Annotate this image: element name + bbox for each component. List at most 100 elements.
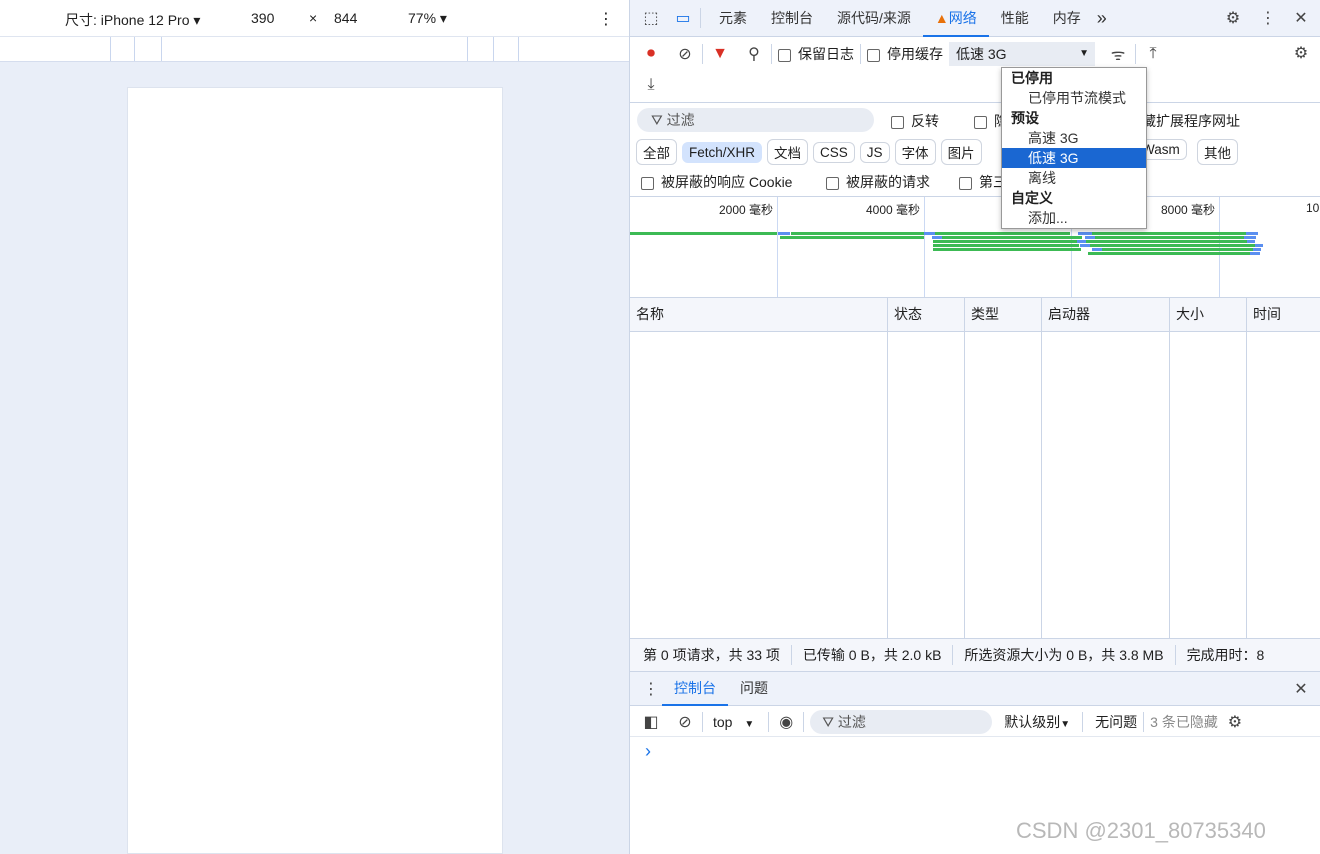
search-icon[interactable]: ⚲ (743, 43, 765, 65)
settings-icon[interactable]: ⚙ (1222, 7, 1244, 29)
column-initiator[interactable]: 启动器 (1042, 298, 1170, 332)
throttle-select[interactable]: 低速 3G ▼ (949, 42, 1095, 66)
media-query-ruler[interactable] (0, 37, 629, 62)
times-label: × (309, 10, 318, 26)
tab-network[interactable]: ▲网络 (922, 0, 989, 37)
timeline-request-bar (1092, 248, 1102, 251)
disable-cache-checkbox[interactable]: 停用缓存 (867, 44, 943, 64)
hidden-count: 3 条已隐藏 (1150, 713, 1218, 730)
close-icon[interactable]: ✕ (1290, 7, 1312, 29)
import-har-icon[interactable]: ⤒ (1142, 43, 1164, 65)
menu-item[interactable]: 已停用节流模式 (1002, 88, 1146, 108)
timeline-request-bar (1247, 240, 1255, 243)
drawer-tab-console[interactable]: 控制台 (662, 672, 728, 706)
clear-icon[interactable]: ⊘ (674, 43, 696, 65)
type-css[interactable]: CSS (813, 141, 855, 163)
device-select[interactable]: 尺寸: iPhone 12 Pro ▾ (65, 10, 200, 30)
log-level-select[interactable]: 默认级别▼ (1004, 712, 1070, 732)
tick-label: 2000 毫秒 (719, 203, 774, 217)
device-emulation-pane: 尺寸: iPhone 12 Pro ▾ 390 × 844 77% ▾ ⋮ (0, 0, 629, 854)
timeline-request-bar (942, 236, 1082, 239)
menu-group-header: 已停用 (1011, 70, 1053, 86)
context-value: top (713, 713, 733, 730)
record-stop-icon[interactable]: ⏺ (640, 43, 662, 65)
clear-console-icon[interactable]: ⊘ (674, 711, 696, 733)
timeline-request-bar (1250, 252, 1260, 255)
device-toggle-icon[interactable]: ▭ (672, 7, 694, 29)
throttle-dropdown-menu: 已停用 已停用节流模式 预设 高速 3G 低速 3G 离线 自定义 添加... (1001, 67, 1147, 229)
width-input[interactable]: 390 (251, 10, 274, 26)
column-status[interactable]: 状态 (888, 298, 965, 332)
timeline-request-bar (935, 232, 1070, 235)
network-status-bar: 第 0 项请求，共 33 项 已传输 0 B，共 2.0 kB 所选资源大小为 … (630, 638, 1320, 671)
inspect-element-icon[interactable]: ⬚ (640, 7, 662, 29)
tab-sources[interactable]: 源代码/来源 (825, 0, 923, 37)
timeline-request-bar (1088, 252, 1250, 255)
invert-label: 反转 (911, 113, 939, 129)
filter-icon[interactable]: ▼ (709, 43, 731, 65)
zoom-label: 77% (408, 10, 437, 26)
live-expression-eye-icon[interactable]: ◉ (775, 711, 797, 733)
invert-checkbox[interactable]: 反转 (891, 111, 939, 131)
more-icon[interactable]: ⋮ (1257, 7, 1279, 29)
export-har-icon[interactable]: ⤓ (640, 74, 662, 96)
column-time[interactable]: 时间 (1247, 298, 1320, 332)
type-font[interactable]: 字体 (894, 139, 936, 165)
timeline-request-bar (780, 236, 924, 239)
network-conditions-icon[interactable]: ᯤ (1107, 43, 1129, 65)
timeline-request-bar (924, 232, 935, 235)
context-select[interactable]: top ▼ (713, 714, 754, 730)
tab-performance[interactable]: 性能 (989, 0, 1041, 37)
blocked-cookies-label: 被屏蔽的响应 Cookie (661, 174, 793, 190)
timeline-request-bar (1102, 248, 1253, 251)
type-fetch-xhr[interactable]: Fetch/XHR (682, 141, 763, 163)
device-viewport[interactable] (127, 87, 503, 854)
console-filter-input[interactable]: ⛛ 过滤 (810, 709, 993, 734)
console-prompt[interactable]: › (645, 741, 651, 762)
tab-elements[interactable]: 元素 (707, 0, 759, 37)
hide-extension-urls-label[interactable]: 藏扩展程序网址 (1142, 111, 1240, 131)
column-size[interactable]: 大小 (1170, 298, 1247, 332)
type-all[interactable]: 全部 (636, 139, 677, 165)
type-img[interactable]: 图片 (940, 139, 982, 165)
preserve-log-checkbox[interactable]: 保留日志 (778, 44, 854, 64)
timeline-request-bar (1078, 232, 1092, 235)
drawer-menu-icon[interactable]: ⋮ (640, 678, 662, 700)
blocked-requests-checkbox[interactable]: 被屏蔽的请求 (826, 172, 930, 192)
tab-memory[interactable]: 内存 (1041, 0, 1093, 37)
height-input[interactable]: 844 (334, 10, 357, 26)
more-tabs-icon[interactable]: » (1093, 0, 1111, 37)
console-settings-icon[interactable]: ⚙ (1224, 711, 1246, 733)
menu-item[interactable]: 离线 (1002, 168, 1146, 188)
devtools-panel: ⬚ ▭ 元素 控制台 源代码/来源 ▲网络 性能 内存 » ⚙ ⋮ ✕ ⏺ ⊘ … (629, 0, 1320, 854)
third-party-checkbox[interactable]: 第三 (959, 172, 1007, 192)
close-drawer-icon[interactable]: ✕ (1290, 678, 1312, 700)
menu-item[interactable]: 添加... (1002, 208, 1146, 228)
finish-time: 完成用时：8 (1186, 647, 1265, 663)
blocked-cookies-checkbox[interactable]: 被屏蔽的响应 Cookie (641, 172, 792, 192)
zoom-select[interactable]: 77% ▾ (408, 10, 447, 27)
sidebar-toggle-icon[interactable]: ◧ (640, 711, 662, 733)
network-settings-icon[interactable]: ⚙ (1290, 42, 1312, 64)
column-type[interactable]: 类型 (965, 298, 1042, 332)
more-icon[interactable]: ⋮ (598, 9, 614, 29)
issues-count[interactable]: 无问题 (1095, 712, 1137, 732)
type-js[interactable]: JS (859, 141, 890, 163)
menu-item[interactable]: 低速 3G (1002, 148, 1146, 168)
log-level-value: 默认级别 (1004, 713, 1061, 730)
device-label: 尺寸: iPhone 12 Pro (65, 12, 190, 28)
type-other[interactable]: 其他 (1197, 139, 1238, 165)
filter-input[interactable]: ⛛ 过滤 (637, 108, 874, 132)
menu-item[interactable]: 高速 3G (1002, 128, 1146, 148)
request-count: 第 0 项请求，共 33 项 (643, 647, 780, 663)
tick-label: 4000 毫秒 (866, 203, 921, 217)
timeline-request-bar (1244, 236, 1256, 239)
timeline-request-bar (1085, 236, 1095, 239)
column-name[interactable]: 名称 (630, 298, 888, 332)
type-doc[interactable]: 文档 (767, 139, 809, 165)
timeline-request-bar (791, 232, 924, 235)
timeline-request-bar (933, 240, 1077, 243)
drawer-tab-issues[interactable]: 问题 (728, 672, 780, 706)
watermark: CSDN @2301_80735340 (1016, 818, 1266, 843)
tab-console[interactable]: 控制台 (759, 0, 825, 37)
